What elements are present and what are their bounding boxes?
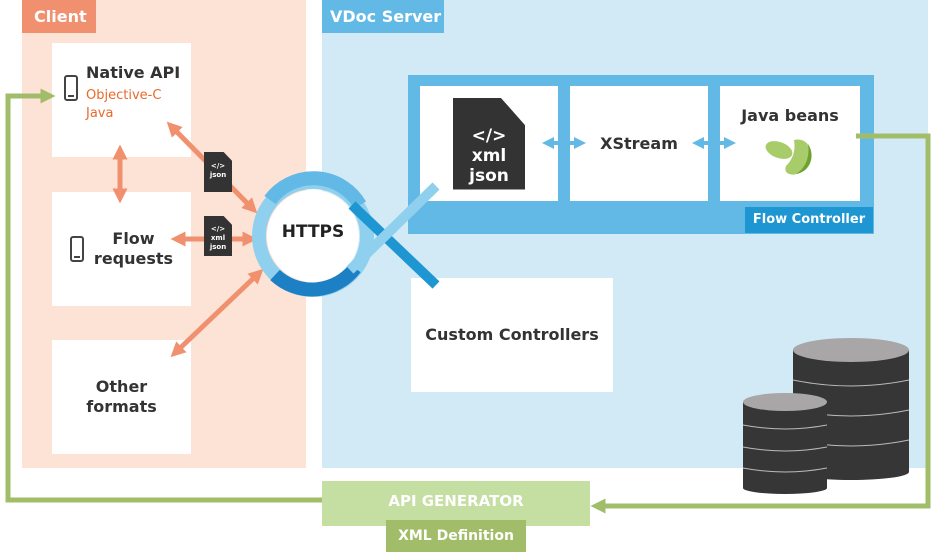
format-xml: xml xyxy=(210,234,226,242)
generator-to-client-connector xyxy=(5,88,322,503)
format-json: json xyxy=(209,171,227,179)
json-document-icon: </> json xyxy=(204,152,232,192)
connector-layer xyxy=(5,88,931,514)
xml-json-document-icon: </> xml json xyxy=(204,216,232,256)
code-glyph: </> xyxy=(210,162,226,170)
database-small-icon xyxy=(742,393,828,494)
other-https-arrow xyxy=(170,268,264,358)
https-label: HTTPS xyxy=(281,222,345,242)
format-json: json xyxy=(209,243,227,251)
code-glyph: </> xyxy=(210,225,226,233)
